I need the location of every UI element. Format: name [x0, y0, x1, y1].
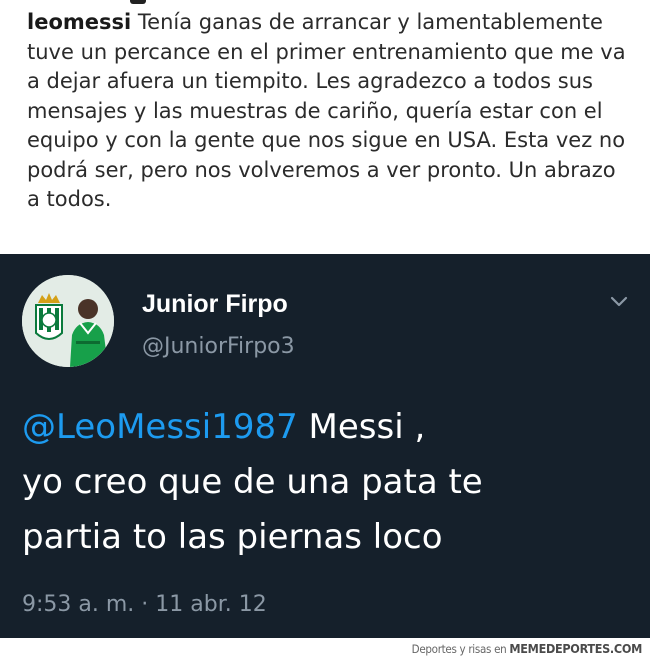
tweet-card: Junior Firpo @JuniorFirpo3 @LeoMessi1987… — [0, 254, 650, 638]
instagram-caption: leomessi Tenía ganas de arrancar y lamen… — [27, 8, 632, 215]
chevron-down-icon[interactable] — [606, 292, 632, 312]
tweet-text: @LeoMessi1987 Messi , yo creo que de una… — [22, 400, 632, 565]
avatar-photo-icon — [22, 275, 114, 367]
watermark: Deportes y risas en MEMEDEPORTES.COM — [411, 641, 643, 656]
avatar[interactable] — [22, 275, 114, 367]
mention-link[interactable]: @LeoMessi1987 — [22, 407, 298, 447]
watermark-brand: MEMEDEPORTES.COM — [509, 641, 642, 656]
instagram-caption-text: Tenía ganas de arrancar y lamentablement… — [27, 10, 626, 211]
cropped-text-fragment — [130, 0, 146, 4]
tweet-text-line-3: partia to las piernas loco — [22, 517, 443, 557]
tweet-timestamp[interactable]: 9:53 a. m. · 11 abr. 12 — [22, 592, 267, 617]
tweet-text-line-1: @LeoMessi1987 Messi , — [22, 400, 632, 455]
tweet-text-line-2: yo creo que de una pata te — [22, 462, 483, 502]
user-handle[interactable]: @JuniorFirpo3 — [142, 334, 295, 359]
watermark-prefix: Deportes y risas en — [411, 642, 510, 656]
display-name[interactable]: Junior Firpo — [142, 290, 288, 319]
instagram-username[interactable]: leomessi — [27, 10, 131, 34]
tweet-text-segment: Messi , — [297, 407, 426, 447]
